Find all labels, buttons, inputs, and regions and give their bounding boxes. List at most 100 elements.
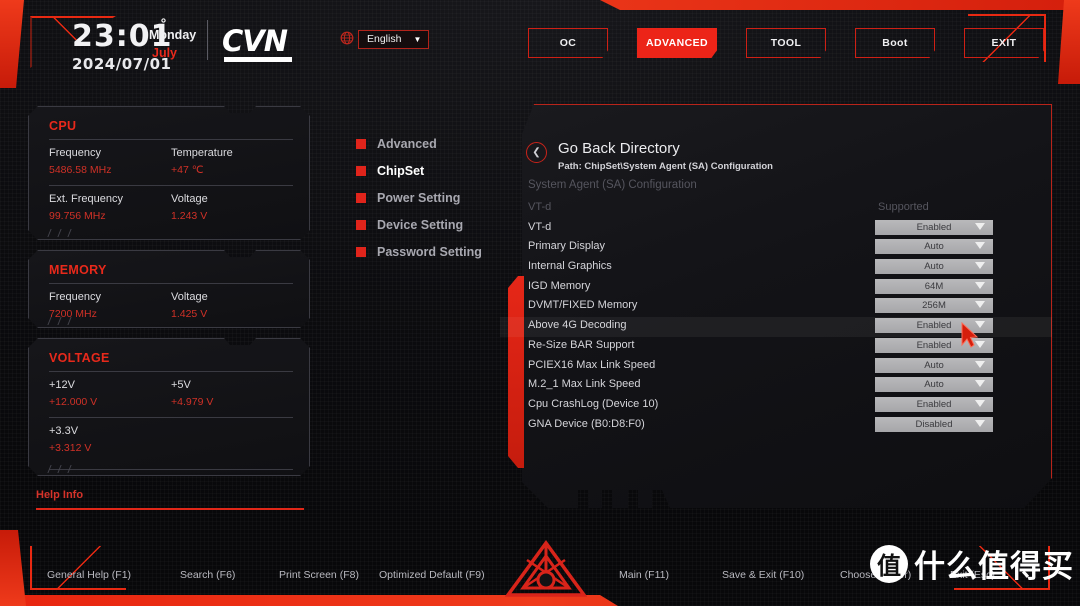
setting-row-m2-1-max-link-speed[interactable]: M.2_1 Max Link Speed Auto: [500, 376, 1052, 396]
setting-dropdown[interactable]: Auto: [875, 259, 993, 275]
bullet-square-icon: [356, 165, 366, 176]
cpu-temperature: Temperature +47 ℃: [171, 145, 293, 179]
setting-dropdown[interactable]: 256M: [875, 298, 993, 314]
setting-row-gna-device[interactable]: GNA Device (B0:D8:F0) Disabled: [500, 416, 1052, 436]
setting-row-internal-graphics[interactable]: Internal Graphics Auto: [500, 258, 1052, 278]
tab-exit[interactable]: EXIT: [964, 28, 1044, 58]
cpu-ext-frequency: Ext. Frequency 99.756 MHz: [49, 191, 171, 225]
category-menu: Advanced ChipSet Power Setting Device Se…: [356, 130, 482, 265]
section-title: System Agent (SA) Configuration: [528, 179, 697, 191]
setting-dropdown[interactable]: Enabled: [875, 219, 993, 235]
dropdown-value: 256M: [922, 300, 946, 312]
tab-tool[interactable]: TOOL: [746, 28, 826, 58]
memory-row-1: Frequency 7200 MHz Voltage 1.425 V: [49, 289, 293, 323]
menu-item-label: Advanced: [377, 136, 437, 151]
dropdown-value: Auto: [924, 379, 944, 391]
cpu-frequency: Frequency 5486.58 MHz: [49, 145, 171, 179]
setting-status: Supported: [878, 201, 929, 213]
dropdown-value: Enabled: [916, 320, 952, 332]
menu-item-device-setting[interactable]: Device Setting: [356, 211, 482, 238]
setting-dropdown[interactable]: Disabled: [875, 416, 993, 432]
caret-down-icon: [975, 360, 985, 368]
clock-weekday: Monday: [149, 28, 197, 42]
setting-label: VT-d: [528, 220, 552, 233]
setting-row-primary-display[interactable]: Primary Display Auto: [500, 238, 1052, 258]
hotkey-main[interactable]: Main (F11): [619, 569, 669, 581]
dropdown-value: Disabled: [915, 418, 953, 430]
voltage-info-card: VOLTAGE +12V +12.000 V +5V +4.979 V +3.3…: [28, 338, 310, 476]
setting-dropdown[interactable]: Auto: [875, 357, 993, 373]
top-right-red-bar: [1058, 0, 1080, 84]
voltage-12v: +12V +12.000 V: [49, 377, 171, 411]
caret-down-icon: [975, 262, 985, 270]
setting-dropdown[interactable]: Enabled: [875, 396, 993, 412]
tab-advanced[interactable]: ADVANCED: [637, 28, 717, 58]
zigzag-decoration-icon: [47, 229, 79, 237]
hotkey-general-help[interactable]: General Help (F1): [47, 569, 131, 581]
menu-item-password-setting[interactable]: Password Setting: [356, 238, 482, 265]
dropdown-value: Enabled: [916, 339, 952, 351]
voltage-row-2: +3.3V +3.312 V: [49, 423, 293, 457]
hotkey-search[interactable]: Search (F6): [180, 569, 235, 581]
setting-label: GNA Device (B0:D8:F0): [528, 417, 645, 430]
setting-label: Above 4G Decoding: [528, 319, 627, 332]
setting-dropdown[interactable]: 64M: [875, 278, 993, 294]
menu-item-power-setting[interactable]: Power Setting: [356, 184, 482, 211]
setting-row-igd-memory[interactable]: IGD Memory 64M: [500, 278, 1052, 298]
cpu-voltage: Voltage 1.243 V: [171, 191, 293, 225]
label: +5V: [171, 379, 191, 391]
divider: [49, 139, 293, 140]
value: +47 ℃: [171, 164, 204, 176]
hotkey-print-screen[interactable]: Print Screen (F8): [279, 569, 359, 581]
setting-dropdown[interactable]: Auto: [875, 239, 993, 255]
tab-boot[interactable]: Boot: [855, 28, 935, 58]
setting-label: Cpu CrashLog (Device 10): [528, 397, 659, 410]
voltage-row-1: +12V +12.000 V +5V +4.979 V: [49, 377, 293, 411]
label: Temperature: [171, 147, 233, 159]
cpu-row-1: Frequency 5486.58 MHz Temperature +47 ℃: [49, 145, 293, 179]
chevron-left-icon[interactable]: ❮: [526, 142, 547, 163]
setting-row-cpu-crashlog[interactable]: Cpu CrashLog (Device 10) Enabled: [500, 396, 1052, 416]
menu-item-chipset[interactable]: ChipSet: [356, 157, 482, 184]
mouse-cursor-icon: [961, 322, 979, 348]
bullet-square-icon: [356, 138, 366, 149]
language-selector[interactable]: English ▼: [358, 30, 430, 49]
menu-item-advanced[interactable]: Advanced: [356, 130, 482, 157]
voltage-5v: +5V +4.979 V: [171, 377, 293, 411]
bullet-square-icon: [356, 219, 366, 230]
setting-row-dvmt-fixed-memory[interactable]: DVMT/FIXED Memory 256M: [500, 297, 1052, 317]
cpu-card-title: CPU: [49, 119, 77, 133]
label: +12V: [49, 379, 75, 391]
value: 1.425 V: [171, 308, 208, 320]
top-frame-bar: [0, 0, 1080, 10]
brand-logo: CVN: [222, 24, 288, 58]
label: Frequency: [49, 147, 101, 159]
setting-label: Re-Size BAR Support: [528, 338, 635, 351]
divider: [49, 371, 293, 372]
hotkey-optimized-default[interactable]: Optimized Default (F9): [379, 569, 485, 581]
setting-label: M.2_1 Max Link Speed: [528, 378, 641, 391]
settings-list: VT-d Supported VT-d Enabled Primary Disp…: [500, 199, 1052, 435]
watermark-badge: 值: [870, 544, 908, 583]
main-tabs: OC ADVANCED TOOL Boot EXIT: [528, 28, 1044, 58]
watermark-text: 什么值得买: [914, 549, 1074, 584]
zigzag-decoration-icon: [47, 465, 79, 473]
caret-down-icon: [975, 242, 985, 250]
dropdown-value: Auto: [924, 359, 944, 371]
setting-row-pciex16-max-link-speed[interactable]: PCIEX16 Max Link Speed Auto: [500, 357, 1052, 377]
cpu-row-2: Ext. Frequency 99.756 MHz Voltage 1.243 …: [49, 191, 293, 225]
caret-down-icon: [975, 281, 985, 289]
caret-down-icon: [975, 380, 985, 388]
zigzag-decoration-icon: [47, 317, 79, 325]
voltage-card-title: VOLTAGE: [49, 351, 110, 365]
setting-dropdown[interactable]: Auto: [875, 377, 993, 393]
bullet-square-icon: [356, 192, 366, 203]
setting-row-vtd[interactable]: VT-d Enabled: [500, 219, 1052, 239]
bullet-square-icon: [356, 246, 366, 257]
breadcrumb-path: Path: ChipSet\System Agent (SA) Configur…: [558, 161, 773, 172]
tab-oc[interactable]: OC: [528, 28, 608, 58]
divider: [49, 283, 293, 284]
value: 1.243 V: [171, 210, 208, 222]
hotkey-save-exit[interactable]: Save & Exit (F10): [722, 569, 804, 581]
go-back-directory-title[interactable]: Go Back Directory: [558, 140, 680, 157]
